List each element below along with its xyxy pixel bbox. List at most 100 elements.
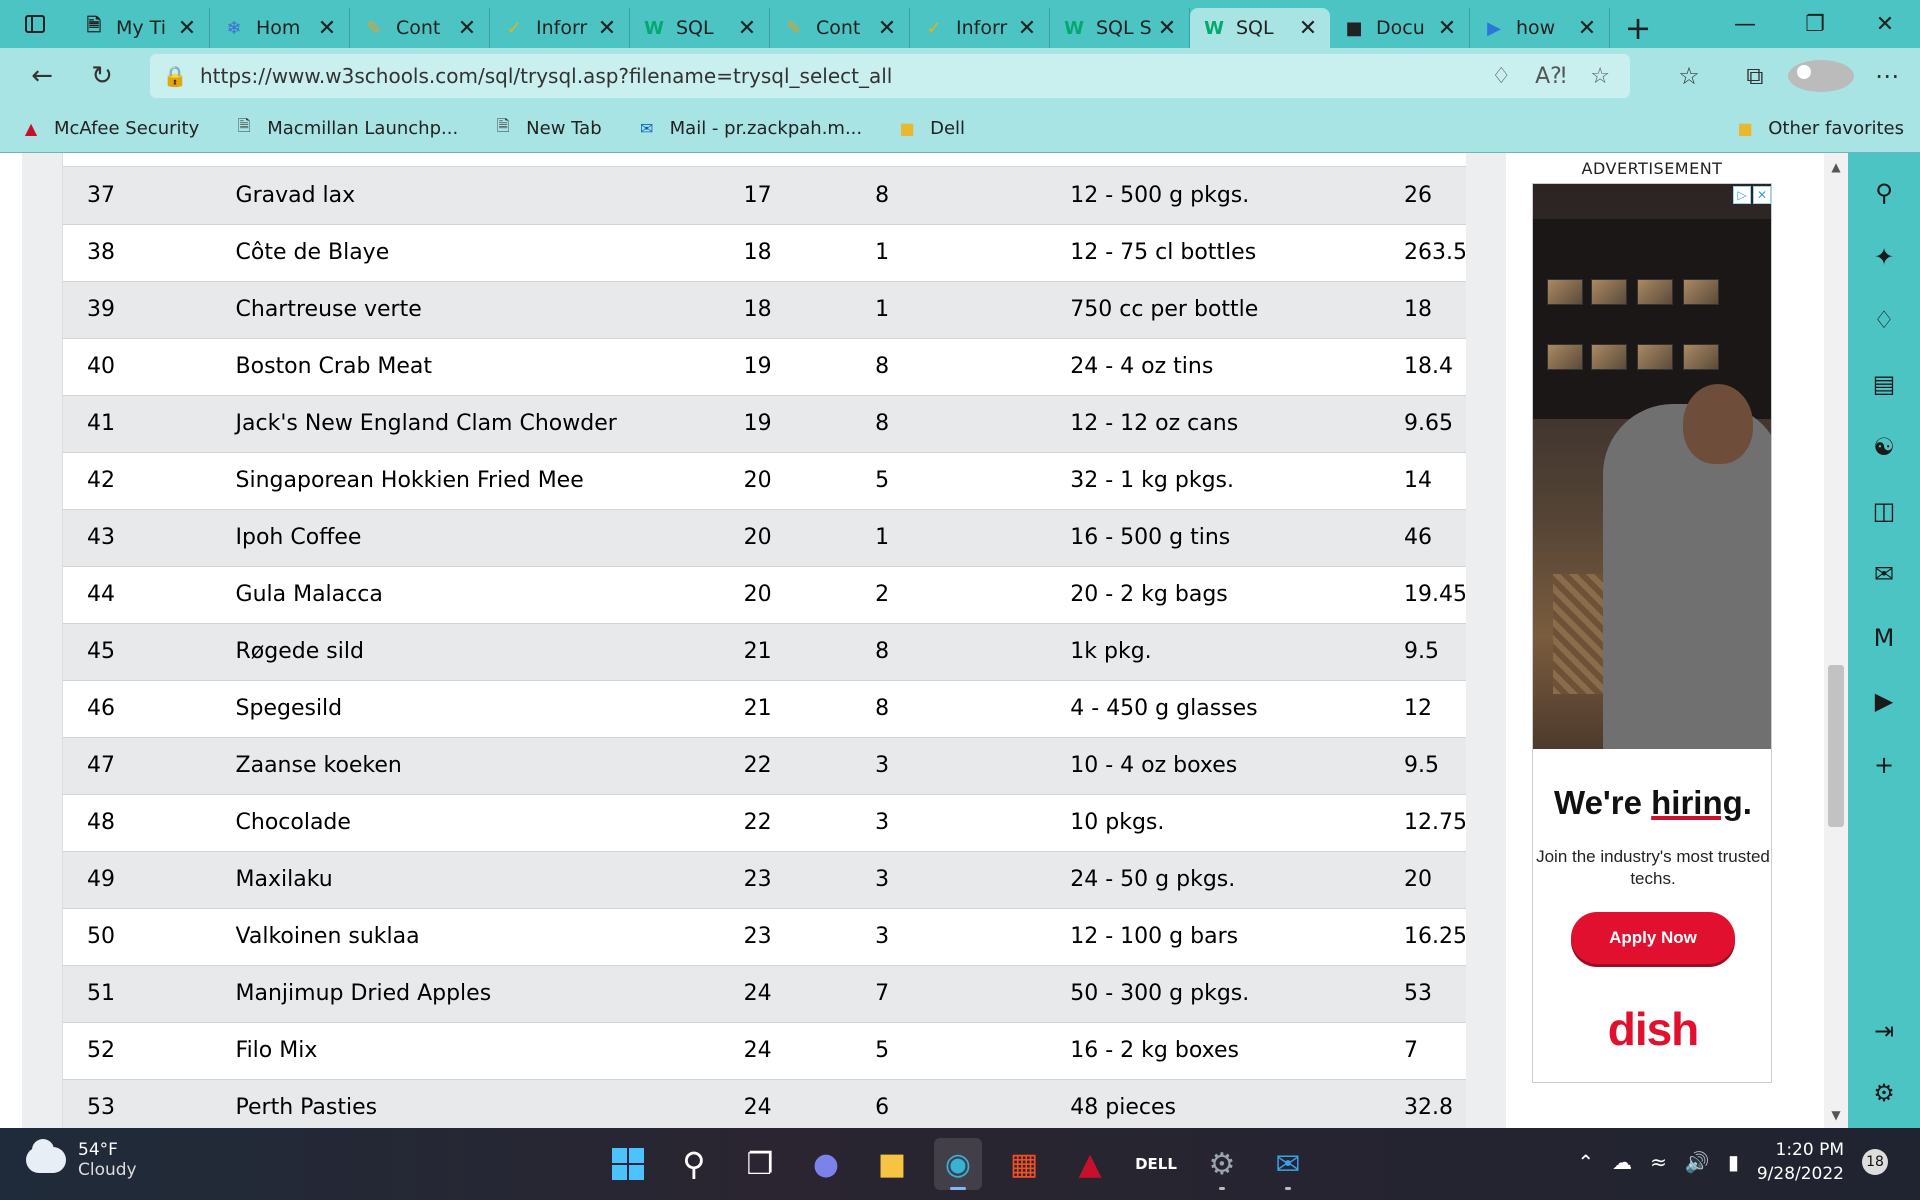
mcafee-icon[interactable]: ▲ — [1066, 1138, 1114, 1190]
office-icon[interactable]: ◫ — [1848, 491, 1920, 531]
tab[interactable]: ✎ Cont ✕ — [770, 8, 910, 48]
favorite-item[interactable]: 🗎 New Tab — [492, 116, 602, 139]
clock[interactable]: 1:20 PM 9/28/2022 — [1757, 1138, 1844, 1186]
tools-icon[interactable]: ▤ — [1848, 364, 1920, 404]
close-tab-icon[interactable]: ✕ — [737, 16, 757, 41]
ad-photo[interactable]: ▷ ✕ — [1533, 184, 1771, 749]
close-tab-icon[interactable]: ✕ — [1017, 16, 1037, 41]
apply-now-button[interactable]: Apply Now — [1571, 912, 1735, 964]
favorites-icon[interactable]: ☆ — [1656, 62, 1722, 90]
edge-browser-icon[interactable]: ◉ — [934, 1138, 982, 1190]
lock-icon[interactable]: 🔒 — [150, 64, 200, 88]
table-cell: 8 — [816, 338, 983, 396]
other-favorites[interactable]: ■ Other favorites — [1734, 117, 1904, 139]
close-tab-icon[interactable]: ✕ — [1157, 16, 1177, 41]
teams-chat-icon[interactable]: ● — [802, 1138, 850, 1190]
profile-avatar[interactable] — [1788, 60, 1854, 92]
file-explorer-icon[interactable]: ■ — [868, 1138, 916, 1190]
games-icon[interactable]: ☯ — [1848, 427, 1920, 467]
table-cell: 48 pieces — [982, 1079, 1269, 1128]
tab[interactable]: ▶ how ✕ — [1470, 8, 1610, 48]
close-tab-icon[interactable]: ✕ — [1437, 16, 1457, 41]
weather-widget[interactable]: 54°F Cloudy — [26, 1139, 137, 1180]
favorite-item[interactable]: ✉ Mail - pr.zackpah.m... — [636, 117, 862, 139]
url-text[interactable]: https://www.w3schools.com/sql/trysql.asp… — [200, 64, 1491, 88]
advertisement[interactable]: ADVERTISEMENT ▷ ✕ We're hiring. Join the… — [1532, 153, 1772, 1083]
settings-gear-icon[interactable]: ⚙ — [1198, 1138, 1246, 1190]
collections-icon[interactable]: ⧉ — [1722, 62, 1788, 90]
tab[interactable]: W SQL ✕ — [630, 8, 770, 48]
address-bar[interactable]: 🔒 https://www.w3schools.com/sql/trysql.a… — [150, 54, 1630, 98]
restore-icon[interactable]: ❐ — [1780, 0, 1850, 48]
close-tab-icon[interactable]: ✕ — [317, 16, 337, 41]
ad-info-icon[interactable]: ▷ — [1733, 186, 1751, 204]
volume-icon[interactable]: 🔊 — [1685, 1150, 1710, 1174]
table-cell: 53 — [1268, 965, 1467, 1023]
table-cell: 16.25 — [1268, 908, 1467, 966]
hide-sidebar-icon[interactable]: ⇥ — [1848, 1011, 1920, 1051]
favorite-item[interactable]: 🗎 Macmillan Launchp... — [233, 116, 458, 139]
gmail-icon[interactable]: M — [1848, 618, 1920, 658]
tab[interactable]: ✓ Inforr ✕ — [910, 8, 1050, 48]
tracking-prevention-icon[interactable]: ♢ — [1491, 64, 1511, 89]
start-icon[interactable] — [604, 1138, 652, 1190]
tab[interactable]: 🗎 My Ti ✕ — [70, 8, 210, 48]
read-aloud-icon[interactable]: A⁈ — [1535, 64, 1566, 89]
table-cell: 3 — [816, 737, 983, 795]
close-tab-icon[interactable]: ✕ — [597, 16, 617, 41]
favorite-item[interactable]: ■ Dell — [896, 117, 966, 139]
search-icon[interactable]: ⚲ — [670, 1138, 718, 1190]
minimize-icon[interactable]: — — [1710, 0, 1780, 48]
tab[interactable]: ✎ Cont ✕ — [350, 8, 490, 48]
close-tab-icon[interactable]: ✕ — [457, 16, 477, 41]
youtube-icon[interactable]: ▶ — [1848, 681, 1920, 721]
microsoft-store-icon[interactable]: ▦ — [1000, 1138, 1048, 1190]
close-window-icon[interactable]: ✕ — [1850, 0, 1920, 48]
table-cell: 20 — [658, 566, 817, 624]
add-favorite-icon[interactable]: ☆ — [1590, 64, 1610, 89]
tab[interactable]: W SQL S ✕ — [1050, 8, 1190, 48]
ad-frame[interactable]: ▷ ✕ We're hiring. Join the industry's mo… — [1532, 183, 1772, 1083]
back-arrow-icon[interactable]: ← — [12, 48, 72, 104]
favorite-item[interactable]: ▲ McAfee Security — [20, 117, 199, 139]
scroll-down-icon[interactable]: ▼ — [1824, 1103, 1848, 1127]
new-tab-button[interactable]: + — [1610, 8, 1666, 48]
outlook-icon[interactable]: ✉ — [1848, 554, 1920, 594]
tab-active[interactable]: W SQL ✕ — [1190, 8, 1330, 48]
tab[interactable]: ✓ Inforr ✕ — [490, 8, 630, 48]
shopping-tag-icon[interactable]: ♢ — [1848, 300, 1920, 340]
settings-gear-icon[interactable]: ⚙ — [1848, 1073, 1920, 1113]
tab-actions-icon[interactable] — [0, 0, 70, 48]
scrollbar-thumb[interactable] — [1828, 665, 1844, 827]
mail-icon[interactable]: ✉ — [1264, 1138, 1312, 1190]
dell-icon[interactable]: DELL — [1132, 1138, 1180, 1190]
table-row: 50 Valkoinen suklaa 23 3 12 - 100 g bars 16.2… — [63, 908, 1467, 966]
close-tab-icon[interactable]: ✕ — [1577, 16, 1597, 41]
discover-icon[interactable]: ✦ — [1848, 237, 1920, 277]
scroll-up-icon[interactable]: ▲ — [1824, 155, 1848, 179]
close-tab-icon[interactable]: ✕ — [177, 16, 197, 41]
more-menu-icon[interactable]: ⋯ — [1854, 62, 1920, 90]
ad-choices[interactable]: ▷ ✕ — [1733, 186, 1771, 204]
search-icon[interactable]: ⚲ — [1848, 173, 1920, 213]
close-tab-icon[interactable]: ✕ — [1298, 16, 1318, 41]
vertical-scrollbar[interactable]: ▲ ▼ — [1824, 153, 1848, 1128]
table-cell: 20 — [1268, 851, 1467, 909]
onedrive-cloud-icon[interactable]: ☁ — [1612, 1150, 1632, 1174]
wifi-icon[interactable]: ≈ — [1650, 1150, 1667, 1174]
tab[interactable]: ❄ Hom ✕ — [210, 8, 350, 48]
battery-icon[interactable]: ▮ — [1728, 1150, 1739, 1174]
checkmark-icon: ✓ — [506, 17, 522, 39]
table-cell: 1 — [816, 281, 983, 339]
task-view-icon[interactable]: ❐ — [736, 1138, 784, 1190]
table-cell: Côte de Blaye — [210, 224, 659, 282]
other-favorites-label: Other favorites — [1768, 117, 1904, 139]
ad-close-icon[interactable]: ✕ — [1753, 186, 1771, 204]
table-row: 40 Boston Crab Meat 19 8 24 - 4 oz tins 18.4 — [63, 338, 1467, 396]
add-sidebar-icon[interactable]: + — [1848, 745, 1920, 785]
refresh-icon[interactable]: ↻ — [72, 48, 132, 104]
chevron-up-icon[interactable]: ⌃ — [1577, 1150, 1594, 1174]
close-tab-icon[interactable]: ✕ — [877, 16, 897, 41]
tab[interactable]: ■ Docu ✕ — [1330, 8, 1470, 48]
notification-badge[interactable]: 18 — [1862, 1149, 1888, 1175]
